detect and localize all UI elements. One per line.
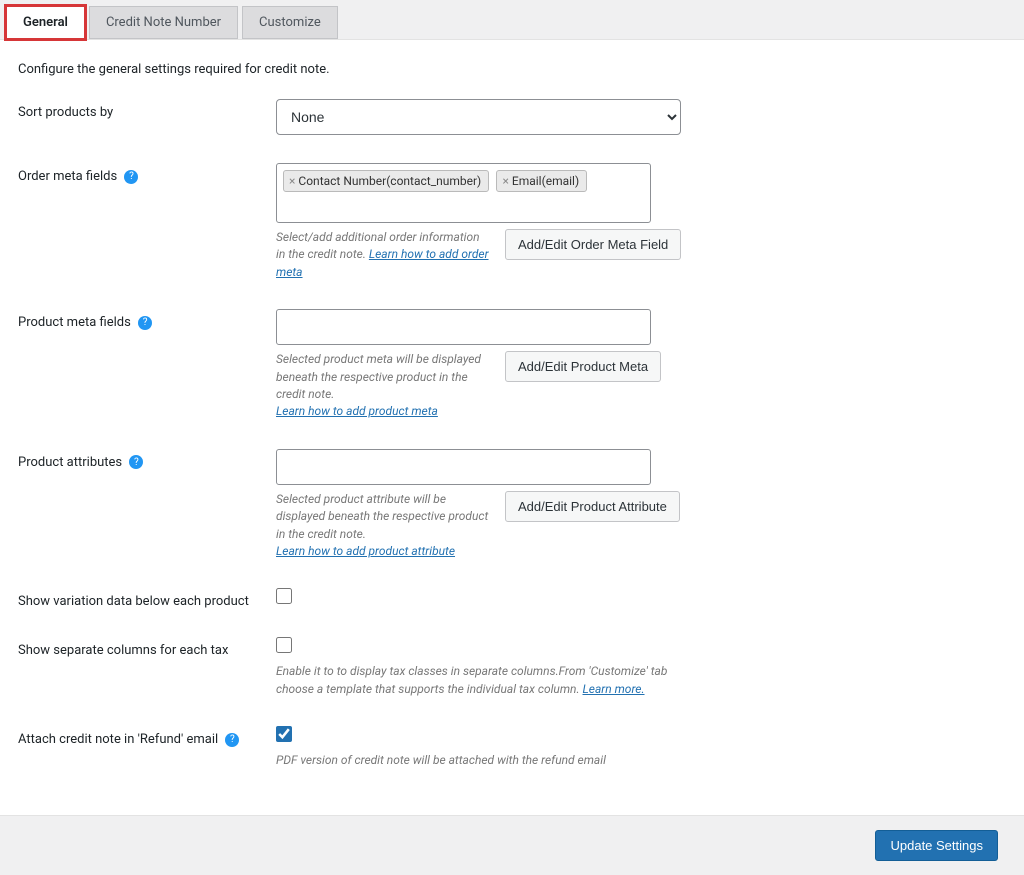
tag-remove-icon[interactable]: × [289,174,295,188]
attach-desc: PDF version of credit note will be attac… [276,752,696,769]
product-attr-learn-link[interactable]: Learn how to add product attribute [276,544,455,558]
product-attr-input[interactable] [276,449,651,485]
help-icon[interactable]: ? [129,455,143,469]
help-icon[interactable]: ? [138,316,152,330]
attach-label: Attach credit note in 'Refund' email [18,732,218,747]
add-edit-product-attr-button[interactable]: Add/Edit Product Attribute [505,491,680,522]
attach-checkbox[interactable] [276,726,292,742]
order-meta-input[interactable]: ×Contact Number(contact_number) ×Email(e… [276,163,651,223]
update-settings-button[interactable]: Update Settings [875,830,998,861]
settings-panel: Configure the general settings required … [0,40,1024,815]
product-meta-label: Product meta fields [18,315,131,330]
product-meta-desc: Selected product meta will be displayed … [276,351,491,421]
tag-remove-icon[interactable]: × [502,174,508,188]
product-meta-learn-link[interactable]: Learn how to add product meta [276,404,438,418]
footer-bar: Update Settings [0,815,1024,875]
order-meta-label: Order meta fields [18,169,117,184]
sort-products-select[interactable]: None [276,99,681,135]
product-meta-input[interactable] [276,309,651,345]
product-attr-label: Product attributes [18,455,122,470]
variation-checkbox[interactable] [276,588,292,604]
tab-general[interactable]: General [6,6,85,39]
panel-intro: Configure the general settings required … [18,62,1006,77]
tab-credit-note-number[interactable]: Credit Note Number [89,6,238,39]
tax-cols-desc: Enable it to to display tax classes in s… [276,663,696,698]
tag-contact-number[interactable]: ×Contact Number(contact_number) [283,170,489,192]
product-attr-desc: Selected product attribute will be displ… [276,491,491,561]
help-icon[interactable]: ? [124,170,138,184]
variation-label: Show variation data below each product [18,588,276,609]
tab-customize[interactable]: Customize [242,6,338,39]
sort-products-label: Sort products by [18,99,276,120]
add-edit-product-meta-button[interactable]: Add/Edit Product Meta [505,351,661,382]
order-meta-desc: Select/add additional order information … [276,229,491,281]
tab-bar: General Credit Note Number Customize [0,0,1024,40]
tag-email[interactable]: ×Email(email) [496,170,587,192]
tax-cols-learn-link[interactable]: Learn more. [583,682,645,696]
tax-cols-checkbox[interactable] [276,637,292,653]
tax-cols-label: Show separate columns for each tax [18,637,276,658]
add-edit-order-meta-button[interactable]: Add/Edit Order Meta Field [505,229,681,260]
help-icon[interactable]: ? [225,733,239,747]
